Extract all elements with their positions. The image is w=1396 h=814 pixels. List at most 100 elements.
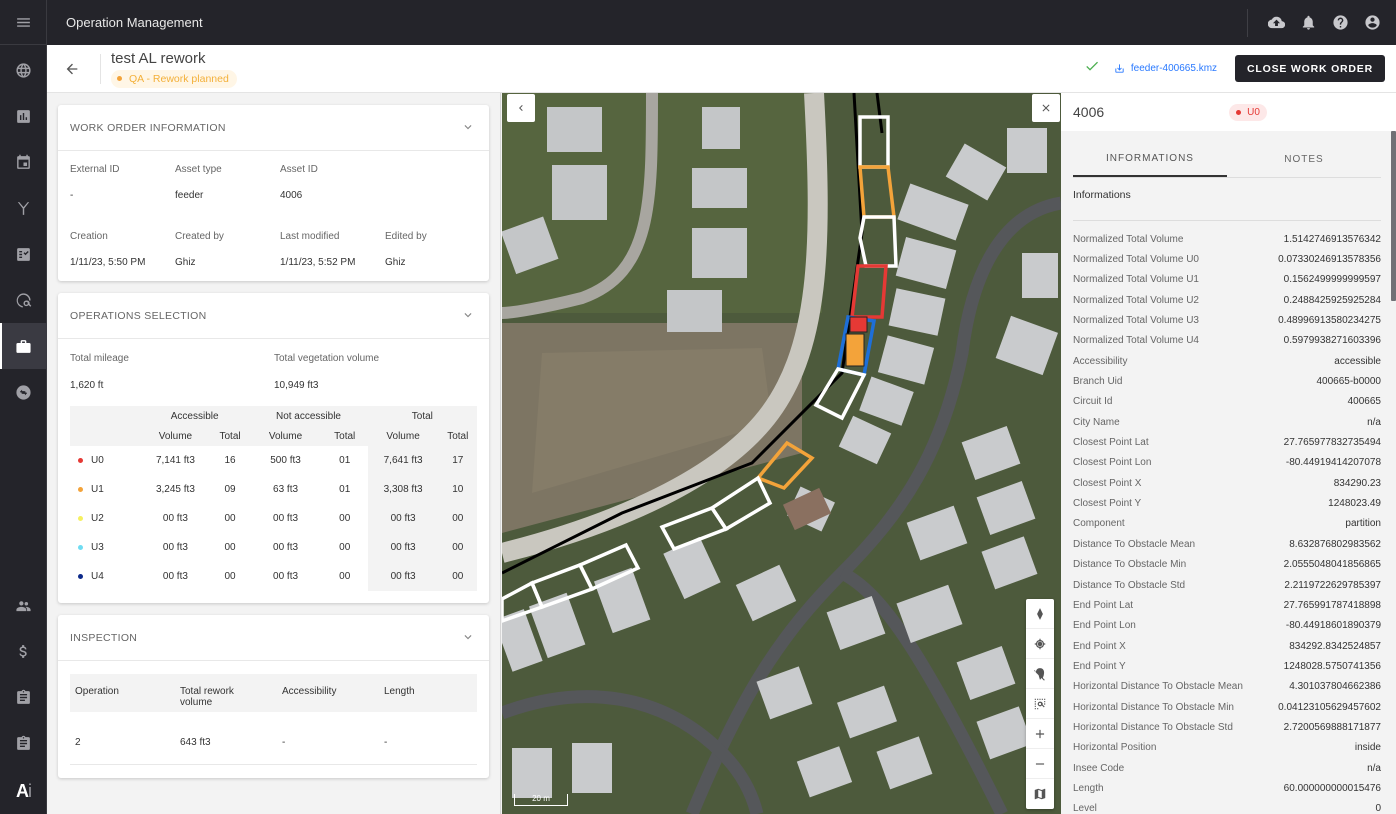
- map-layers-button[interactable]: [1026, 779, 1054, 809]
- property-key: End Point Lat: [1073, 599, 1134, 611]
- sidebar-item-users[interactable]: [0, 582, 47, 628]
- sync-icon: [16, 384, 31, 400]
- property-value: 834290.23: [1333, 477, 1381, 489]
- property-row: Distance To Obstacle Mean 8.6328768029835…: [1073, 534, 1381, 554]
- table-cell: 63 ft3: [273, 484, 299, 495]
- priority-dot: [78, 486, 83, 492]
- property-value: accessible: [1334, 355, 1381, 367]
- operations-selection-header[interactable]: OPERATIONS SELECTION: [58, 293, 489, 339]
- close-details-button[interactable]: [1032, 94, 1060, 122]
- status-badge: QA - Rework planned: [111, 69, 237, 88]
- table-cell: 01: [339, 455, 351, 466]
- help-icon: [1332, 15, 1348, 30]
- chevron-down-icon[interactable]: [461, 630, 477, 646]
- properties-list: Normalized Total Volume 1.514274691357634…: [1073, 229, 1381, 814]
- back-button[interactable]: [47, 45, 97, 93]
- table-cell: 00: [224, 513, 236, 524]
- sidebar-item-search-globe[interactable]: [0, 277, 47, 323]
- inspection-header[interactable]: INSPECTION: [58, 615, 489, 661]
- table-cell: 00 ft3: [273, 513, 299, 524]
- tab-notes[interactable]: NOTES: [1227, 141, 1381, 177]
- column-header: Total: [210, 426, 250, 446]
- sidebar-item-reports-1[interactable]: [0, 674, 47, 720]
- sidebar-item-sync[interactable]: [0, 369, 47, 415]
- kmz-download-link[interactable]: feeder-400665.kmz: [1114, 63, 1217, 74]
- property-row: Normalized Total Volume 1.514274691357634…: [1073, 229, 1381, 249]
- sidebar-item-network[interactable]: [0, 185, 47, 231]
- sidebar-item-billing[interactable]: [0, 628, 47, 674]
- sidebar-item-reports-2[interactable]: [0, 720, 47, 766]
- location-off-button[interactable]: [1026, 659, 1054, 689]
- table-cell: 500 ft3: [270, 455, 301, 466]
- left-panel: WORK ORDER INFORMATION External ID - Ass…: [47, 93, 501, 814]
- sidebar-item-calendar[interactable]: [0, 139, 47, 185]
- search-globe-icon: [16, 292, 32, 308]
- table-cell: 00: [339, 513, 351, 524]
- field-label: Created by: [175, 231, 224, 242]
- property-row: Level 0: [1073, 799, 1381, 814]
- map-view[interactable]: 20 m: [502, 93, 1061, 814]
- sidebar-item-globe[interactable]: [0, 47, 47, 93]
- column-group-header: Accessible: [140, 406, 250, 426]
- details-scrollbar[interactable]: [1391, 131, 1396, 301]
- property-value: 27.765977832735494: [1283, 437, 1381, 449]
- table-row: U4 00 ft3 00 00 ft3 00 00 ft3 00: [70, 562, 477, 591]
- sidebar-item-analytics[interactable]: [0, 93, 47, 139]
- check-icon: [1084, 58, 1100, 79]
- account-button[interactable]: [1356, 7, 1388, 39]
- collapse-left-panel-button[interactable]: [507, 94, 535, 122]
- property-value: 0.5979938271603396: [1283, 335, 1381, 347]
- tab-informations[interactable]: INFORMATIONS: [1073, 141, 1227, 177]
- locate-icon: [1034, 638, 1046, 649]
- locate-button[interactable]: [1026, 629, 1054, 659]
- location-off-icon: [1034, 667, 1045, 681]
- property-row: Closest Point X 834290.23: [1073, 473, 1381, 493]
- table-row: U2 00 ft3 00 00 ft3 00 00 ft3 00: [70, 504, 477, 533]
- app-root: Ai Operation Management test AL rework Q…: [0, 0, 1396, 814]
- sidebar-item-checklist[interactable]: [0, 231, 47, 277]
- sidebar-item-work-orders[interactable]: [0, 323, 47, 369]
- table-row[interactable]: 2 643 ft3 - -: [70, 712, 477, 765]
- table-cell: 00: [339, 571, 351, 582]
- calendar-icon: [17, 154, 30, 169]
- field-label: Asset type: [175, 164, 222, 175]
- column-header: Volume: [367, 426, 439, 446]
- table-cell: 643 ft3: [175, 712, 277, 765]
- property-row: End Point Lat 27.765991787418898: [1073, 595, 1381, 615]
- menu-button[interactable]: [0, 0, 47, 45]
- close-work-order-button[interactable]: CLOSE WORK ORDER: [1235, 55, 1385, 82]
- property-key: Accessibility: [1073, 355, 1128, 367]
- zoom-area-button[interactable]: [1026, 689, 1054, 719]
- field-value: 1/11/23, 5:50 PM: [70, 257, 146, 268]
- field-label: Asset ID: [280, 164, 318, 175]
- column-header: Accessibility: [277, 674, 379, 712]
- zoom-out-button[interactable]: [1026, 749, 1054, 779]
- notifications-button[interactable]: [1292, 7, 1324, 39]
- help-button[interactable]: [1324, 7, 1356, 39]
- property-value: -80.44919414207078: [1285, 457, 1381, 469]
- compass-button[interactable]: [1026, 599, 1054, 629]
- top-bar: Operation Management: [47, 0, 1396, 45]
- work-order-info-header[interactable]: WORK ORDER INFORMATION: [58, 105, 489, 151]
- property-row: End Point Lon -80.44918601890379: [1073, 616, 1381, 636]
- compass-icon: [1037, 607, 1043, 620]
- property-key: Closest Point Lon: [1073, 457, 1152, 469]
- property-value: 27.765991787418898: [1283, 599, 1381, 611]
- topbar-divider: [1247, 8, 1248, 37]
- table-cell: 3,245 ft3: [155, 484, 195, 495]
- upload-button[interactable]: [1260, 7, 1292, 39]
- chevron-down-icon[interactable]: [461, 308, 477, 324]
- zoom-in-button[interactable]: [1026, 719, 1054, 749]
- table-cell: 01: [339, 484, 351, 495]
- property-key: Distance To Obstacle Min: [1073, 559, 1187, 571]
- field-value: 1/11/23, 5:52 PM: [280, 257, 356, 268]
- table-cell: 00 ft3: [273, 571, 299, 582]
- clipboard-icon: [17, 689, 30, 704]
- chevron-down-icon[interactable]: [461, 120, 477, 136]
- property-key: Level: [1073, 803, 1097, 814]
- property-value: 2.2119722629785397: [1284, 579, 1381, 591]
- property-row: Horizontal Distance To Obstacle Std 2.720…: [1073, 717, 1381, 737]
- property-key: Horizontal Distance To Obstacle Std: [1073, 721, 1233, 733]
- property-key: Horizontal Distance To Obstacle Mean: [1073, 681, 1243, 693]
- property-row: Horizontal Distance To Obstacle Min 0.041…: [1073, 697, 1381, 717]
